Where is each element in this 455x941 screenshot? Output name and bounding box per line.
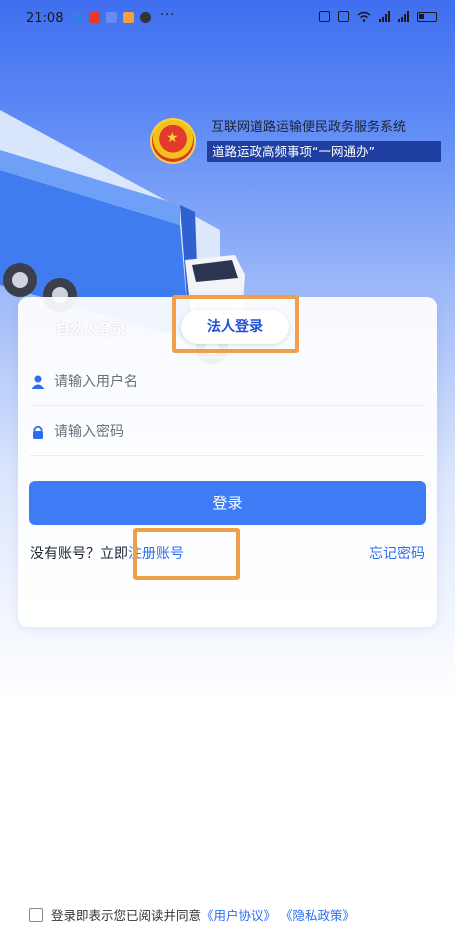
- user-icon: [31, 375, 45, 389]
- username-field: [30, 367, 425, 397]
- more-notifications-icon: ···: [160, 8, 176, 23]
- password-field: [30, 417, 425, 447]
- agreement-text: 登录即表示您已阅读并同意《用户协议》 《隐私政策》: [51, 905, 355, 924]
- tab-divider: [28, 357, 426, 358]
- signal-icon: [379, 11, 390, 22]
- no-account-text: 没有账号？立即: [30, 546, 128, 562]
- username-input[interactable]: [54, 374, 394, 390]
- battery-icon: [417, 11, 437, 22]
- wifi-icon: [357, 11, 371, 22]
- privacy-policy-link[interactable]: 《隐私政策》: [280, 908, 355, 923]
- app-notification-icon: [106, 12, 117, 23]
- login-button[interactable]: 登录: [29, 481, 426, 525]
- sim-icon: [338, 11, 349, 22]
- field-divider: [30, 405, 425, 406]
- status-bar: 21:08 ···: [0, 0, 455, 36]
- app-notification-icon: [89, 12, 100, 23]
- app-notification-icon: [140, 12, 151, 23]
- password-input[interactable]: [54, 424, 394, 440]
- highlight-box-legal-tab: [172, 295, 299, 353]
- field-divider: [30, 455, 425, 456]
- user-agreement-link[interactable]: 《用户协议》: [201, 908, 276, 923]
- agreement-row: 登录即表示您已阅读并同意《用户协议》 《隐私政策》: [29, 905, 355, 924]
- tab-natural-person-login[interactable]: 自然人登录: [56, 319, 126, 339]
- notification-icons: [72, 12, 151, 23]
- highlight-box-register: [133, 528, 240, 580]
- agreement-checkbox[interactable]: [29, 907, 43, 922]
- app-notification-icon: [123, 12, 134, 23]
- app-notification-icon: [72, 12, 83, 23]
- status-time: 21:08: [26, 11, 64, 26]
- signal-icon: [398, 11, 409, 22]
- system-status-icons: [319, 11, 437, 22]
- nfc-icon: [319, 11, 330, 22]
- agreement-prefix: 登录即表示您已阅读并同意: [51, 908, 202, 923]
- lock-icon: [33, 425, 43, 439]
- forgot-password-link[interactable]: 忘记密码: [369, 543, 425, 563]
